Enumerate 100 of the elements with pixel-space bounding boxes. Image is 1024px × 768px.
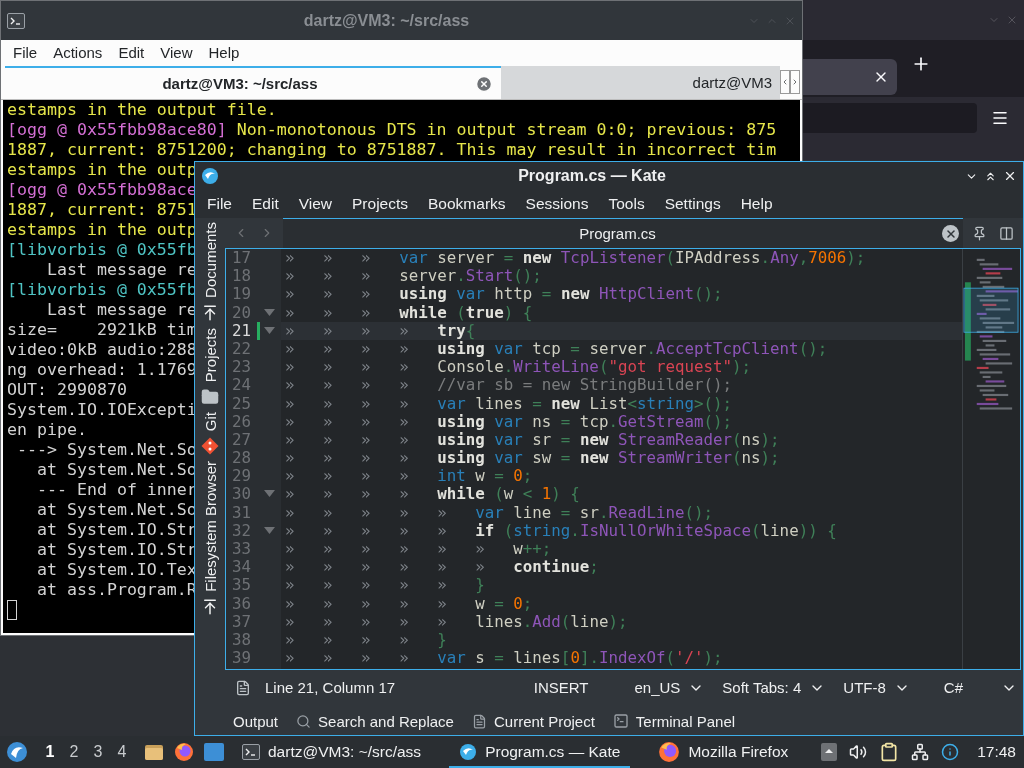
- indentation-dropdown[interactable]: Soft Tabs: 4: [722, 679, 826, 696]
- terminal-line: at System.IO.Tex: [35, 560, 197, 580]
- file-manager-icon[interactable]: [144, 742, 164, 762]
- search-icon: [296, 713, 312, 729]
- menu-item[interactable]: Projects: [342, 195, 419, 213]
- network-icon[interactable]: [911, 743, 930, 761]
- text-cursor: [7, 600, 17, 620]
- fold-arrow-icon[interactable]: [264, 308, 275, 317]
- menu-item[interactable]: View: [152, 43, 201, 61]
- fold-arrow-icon[interactable]: [264, 526, 275, 535]
- workspace-button[interactable]: 1: [38, 743, 62, 761]
- menu-item[interactable]: Settings: [654, 195, 731, 213]
- code-line: »»»»//var sb = new StringBuilder();: [284, 376, 733, 395]
- terminal-line: [ogg @ 0x55fbb98ace80] Non-monotonous DTS in output stream 0:0; previous: 875: [7, 120, 777, 140]
- menu-item[interactable]: Help: [730, 195, 783, 213]
- address-field[interactable]: [803, 103, 977, 133]
- panel-button[interactable]: Terminal Panel: [612, 712, 736, 730]
- firefox-icon: [174, 742, 194, 762]
- code-line: »»»»»w = 0;: [284, 594, 534, 613]
- workspace-button[interactable]: 4: [110, 743, 134, 761]
- document-icon: [471, 713, 487, 729]
- terminal-line: OUT: 2990870: [7, 380, 127, 400]
- menu-item[interactable]: Bookmarks: [418, 195, 516, 213]
- code-line: »»»server.Start();: [284, 267, 543, 286]
- document-tab[interactable]: Program.cs: [283, 218, 963, 248]
- line-number: 21: [231, 321, 253, 340]
- panel-button[interactable]: Current Project: [471, 712, 595, 730]
- scroll-left-button[interactable]: [780, 69, 790, 94]
- menu-icon[interactable]: [991, 109, 1009, 127]
- menu-item[interactable]: Actions: [45, 43, 111, 61]
- task-button[interactable]: Mozilla Firefox: [648, 736, 799, 768]
- line-number: 31: [231, 503, 253, 522]
- menu-item[interactable]: Edit: [110, 43, 153, 61]
- panel-button[interactable]: Search and Replace: [296, 712, 454, 730]
- menu-item[interactable]: File: [197, 195, 242, 213]
- terminal-line: [ogg @ 0x55fbb98ace: [7, 180, 197, 200]
- terminal-line: System.IO.IOExcepti: [7, 400, 197, 420]
- line-number: 29: [231, 467, 253, 486]
- terminal-icon: [612, 713, 629, 729]
- menu-item[interactable]: File: [5, 43, 46, 61]
- code-line: »»»»»»continue;: [284, 558, 600, 577]
- terminal-line: at System.IO.Str: [35, 540, 197, 560]
- terminal-line: en pipe.: [7, 420, 87, 440]
- line-number: 30: [231, 485, 253, 504]
- panel-button[interactable]: Output: [233, 712, 279, 730]
- menu-item[interactable]: View: [288, 195, 343, 213]
- line-number: 19: [231, 285, 253, 304]
- start-menu-icon[interactable]: [6, 741, 28, 763]
- code-line: »»»»Console.WriteLine("got request");: [284, 358, 753, 377]
- line-number: 23: [231, 358, 253, 377]
- code-line: »»»»»}: [284, 576, 486, 595]
- menu-item[interactable]: Edit: [242, 195, 289, 213]
- code-line: »»»using var http = new HttpClient();: [284, 285, 724, 304]
- document-icon: [235, 679, 251, 696]
- terminal-line: ---> System.Net.So: [16, 440, 197, 460]
- volume-icon[interactable]: [849, 743, 868, 761]
- workspace-button[interactable]: 3: [86, 743, 110, 761]
- code-line: »»»»}: [284, 630, 448, 650]
- firefox-icon: [658, 741, 681, 763]
- scroll-right-button[interactable]: [790, 69, 800, 94]
- encoding-dropdown[interactable]: UTF-8: [843, 679, 910, 696]
- sidebar-tab[interactable]: Filesystem Browser: [201, 461, 219, 617]
- terminal-line: at System.Net.So: [35, 500, 197, 520]
- task-button[interactable]: Program.cs — Kate: [449, 736, 631, 768]
- dictionary-dropdown[interactable]: en_US: [634, 679, 705, 696]
- split-view-icon[interactable]: [999, 225, 1014, 241]
- close-icon[interactable]: [1003, 169, 1017, 183]
- task-button[interactable]: dartz@VM3: ~/src/ass: [232, 736, 432, 768]
- line-number: 20: [231, 303, 253, 322]
- pin-icon[interactable]: [972, 225, 987, 241]
- terminal-icon: [242, 744, 260, 760]
- menu-item[interactable]: Help: [200, 43, 248, 61]
- notification-icon[interactable]: [941, 743, 960, 761]
- fold-arrow-icon[interactable]: [264, 326, 275, 335]
- menu-item[interactable]: Tools: [598, 195, 655, 213]
- menu-item[interactable]: Sessions: [515, 195, 599, 213]
- code-line: »»»»»if (string.IsNullOrWhiteSpace(line)) {: [284, 521, 838, 540]
- line-number: 36: [231, 594, 253, 613]
- syntax-dropdown[interactable]: C#: [943, 679, 1017, 696]
- clipboard-icon[interactable]: [879, 742, 900, 762]
- terminal-tab[interactable]: dartz@VM3: [501, 66, 780, 99]
- code-line: »»»»»var line = sr.ReadLine();: [284, 503, 715, 522]
- sidebar-tab[interactable]: Git: [201, 412, 219, 456]
- sidebar-tab[interactable]: Projects: [201, 327, 219, 407]
- folder-icon: [201, 388, 219, 407]
- workspace-button[interactable]: 2: [62, 743, 86, 761]
- fold-arrow-icon[interactable]: [264, 490, 275, 499]
- input-mode-button[interactable]: INSERT: [533, 679, 589, 696]
- code-line: »»»»»lines.Add(line);: [284, 612, 629, 631]
- close-tab-icon[interactable]: [942, 225, 959, 242]
- line-number: 26: [231, 412, 253, 431]
- code-line: »»»»using var ns = tcp.GetStream();: [284, 412, 734, 431]
- clock: 17:48: [977, 743, 1016, 761]
- close-tab-icon[interactable]: [475, 74, 493, 93]
- code-line: »»»»while (w < 1) {: [284, 485, 581, 504]
- window-title: Program.cs — Kate: [517, 167, 667, 185]
- terminal-line: at System.Net.So: [35, 460, 197, 480]
- code-line: »»»»var lines = new List<string>();: [284, 394, 734, 413]
- expand-tray-icon[interactable]: [821, 743, 838, 761]
- sidebar-tab[interactable]: Documents: [201, 222, 219, 322]
